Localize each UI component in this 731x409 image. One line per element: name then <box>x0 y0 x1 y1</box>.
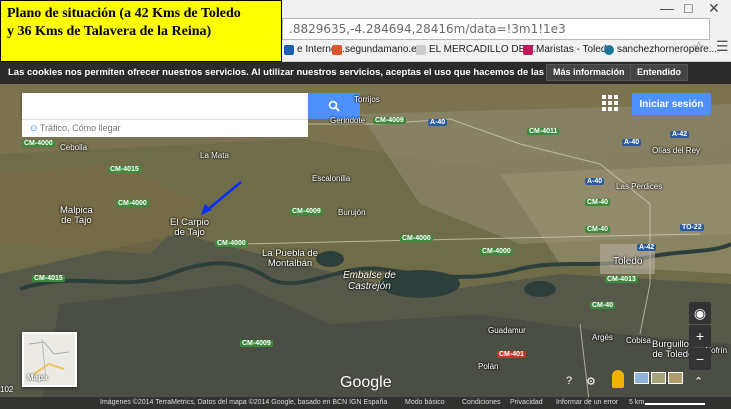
place-label: Olías del Rey <box>652 146 701 155</box>
bookmark-favicon-icon <box>332 44 342 55</box>
bookmark-favicon-icon <box>416 44 426 55</box>
imagery-thumbnail[interactable] <box>651 372 666 384</box>
road-shield: A-40 <box>585 178 605 185</box>
place-label: Guadamur <box>488 326 526 335</box>
bookmark-favicon-icon <box>523 44 533 55</box>
road-shield: CM-4015 <box>108 166 141 173</box>
place-label: La Mata <box>200 151 229 160</box>
cookie-text: Las cookies nos permiten ofrecer nuestro… <box>8 67 585 78</box>
scale-bar <box>645 403 705 405</box>
more-info-button[interactable]: Más información <box>546 64 632 81</box>
road-shield: CM-40 <box>585 226 611 233</box>
road-shield: A-42 <box>670 131 690 138</box>
road-shield: TO-22 <box>680 224 704 231</box>
minimize-icon[interactable]: — <box>660 0 674 16</box>
directions-link[interactable]: ⊙ Tráfico, Cómo llegar <box>22 119 308 137</box>
place-label: Burguillos de Toledo <box>652 339 694 360</box>
route-icon: ⊙ <box>30 123 40 133</box>
road-shield: CM-4009 <box>290 208 323 215</box>
place-label: Torrijos <box>354 95 380 104</box>
close-icon[interactable]: ✕ <box>708 0 720 17</box>
bookmark-item[interactable]: Maristas - Toledo <box>523 44 612 55</box>
road-shield: CM-4013 <box>605 276 638 283</box>
bookmark-item[interactable]: sanchezhorneropere... <box>604 44 717 55</box>
address-bar[interactable]: .8829635,-4.284694,28416m/data=!3m1!1e3 <box>282 18 710 40</box>
report-link[interactable]: Informar de un error <box>556 399 618 406</box>
scale-label: 5 km <box>629 399 645 406</box>
basic-mode-link[interactable]: Modo básico <box>405 399 445 406</box>
place-label: El Carpio de Tajo <box>170 217 210 238</box>
caption-line-2: y 36 Kms de Talavera de la Reina) <box>7 24 212 39</box>
settings-icon[interactable]: ⚙ <box>586 375 596 388</box>
road-shield: A-40 <box>622 139 642 146</box>
bookmark-item[interactable]: segundamano.es <box>332 44 422 55</box>
maximize-icon[interactable]: □ <box>684 0 692 16</box>
map-type-toggle[interactable]: Mapa <box>22 332 77 387</box>
road-shield: CM-4000 <box>480 248 513 255</box>
place-label: Toledo <box>613 256 643 267</box>
terms-link[interactable]: Condiciones <box>462 399 501 406</box>
road-shield: CM-4000 <box>215 240 248 247</box>
road-shield: CM-4009 <box>373 117 406 124</box>
location-icon[interactable]: ◉ <box>689 302 711 324</box>
place-label: La Puebla de Montalbán <box>262 248 318 269</box>
road-shield: CM-4011 <box>527 128 560 135</box>
privacy-link[interactable]: Privacidad <box>510 399 543 406</box>
road-shield: CM-4015 <box>32 275 65 282</box>
google-logo: Google <box>340 374 392 391</box>
side-number: 102 <box>0 385 14 394</box>
place-label: Cebolla <box>60 143 88 152</box>
zoom-out-button[interactable]: − <box>689 348 711 370</box>
road-shield: CM-4000 <box>116 200 149 207</box>
signin-button[interactable]: Iniciar sesión <box>632 93 711 115</box>
place-label: Las Perdices <box>616 182 663 191</box>
search-input[interactable] <box>22 93 308 119</box>
bookmark-favicon-icon <box>284 44 294 55</box>
road-shield: CM-40 <box>585 199 611 206</box>
place-label: Cobisa <box>626 336 651 345</box>
caption-line-1: Plano de situación (a 42 Kms de Toledo <box>7 6 241 21</box>
road-shield: CM-4000 <box>400 235 433 242</box>
place-label: Argés <box>592 333 613 342</box>
zoom-in-button[interactable]: + <box>689 325 711 347</box>
imagery-thumbnail[interactable] <box>634 372 649 384</box>
expand-icon[interactable]: ⌃ <box>694 375 703 388</box>
place-label: Malpica de Tajo <box>60 205 93 226</box>
help-icon[interactable]: ? <box>566 375 572 387</box>
road-shield: CM-40 <box>590 302 616 309</box>
accept-cookies-button[interactable]: Entendido <box>630 64 688 81</box>
road-shield: CM-4000 <box>22 140 55 147</box>
place-label: Escalonilla <box>312 174 351 183</box>
attribution-bar: Imágenes ©2014 TerraMetrics, Datos del m… <box>0 397 731 409</box>
place-label: Polán <box>478 362 499 371</box>
road-shield: A-40 <box>428 119 448 126</box>
road-shield: CM-4009 <box>240 340 273 347</box>
place-label: Burujón <box>338 208 366 217</box>
place-label: Gerindote <box>330 116 366 125</box>
cookie-bar: Las cookies nos permiten ofrecer nuestro… <box>0 62 731 84</box>
bookmark-favicon-icon <box>604 44 614 55</box>
road-shield: A-42 <box>637 244 657 251</box>
minimap-label: Mapa <box>27 373 48 382</box>
pegman-icon[interactable] <box>612 370 624 388</box>
imagery-credit: Imágenes ©2014 TerraMetrics, Datos del m… <box>100 399 388 406</box>
place-label: Embalse de Castrejón <box>343 270 396 292</box>
road-shield: CM-401 <box>497 351 526 358</box>
imagery-thumbnail[interactable] <box>668 372 683 384</box>
map-canvas[interactable]: ⊙ Tráfico, Cómo llegar Iniciar sesión To… <box>0 84 731 409</box>
imagery-thumbnails[interactable] <box>634 372 683 384</box>
apps-grid-icon[interactable] <box>602 95 618 111</box>
caption-box: Plano de situación (a 42 Kms de Toledo y… <box>0 0 282 62</box>
search-icon <box>328 100 340 112</box>
